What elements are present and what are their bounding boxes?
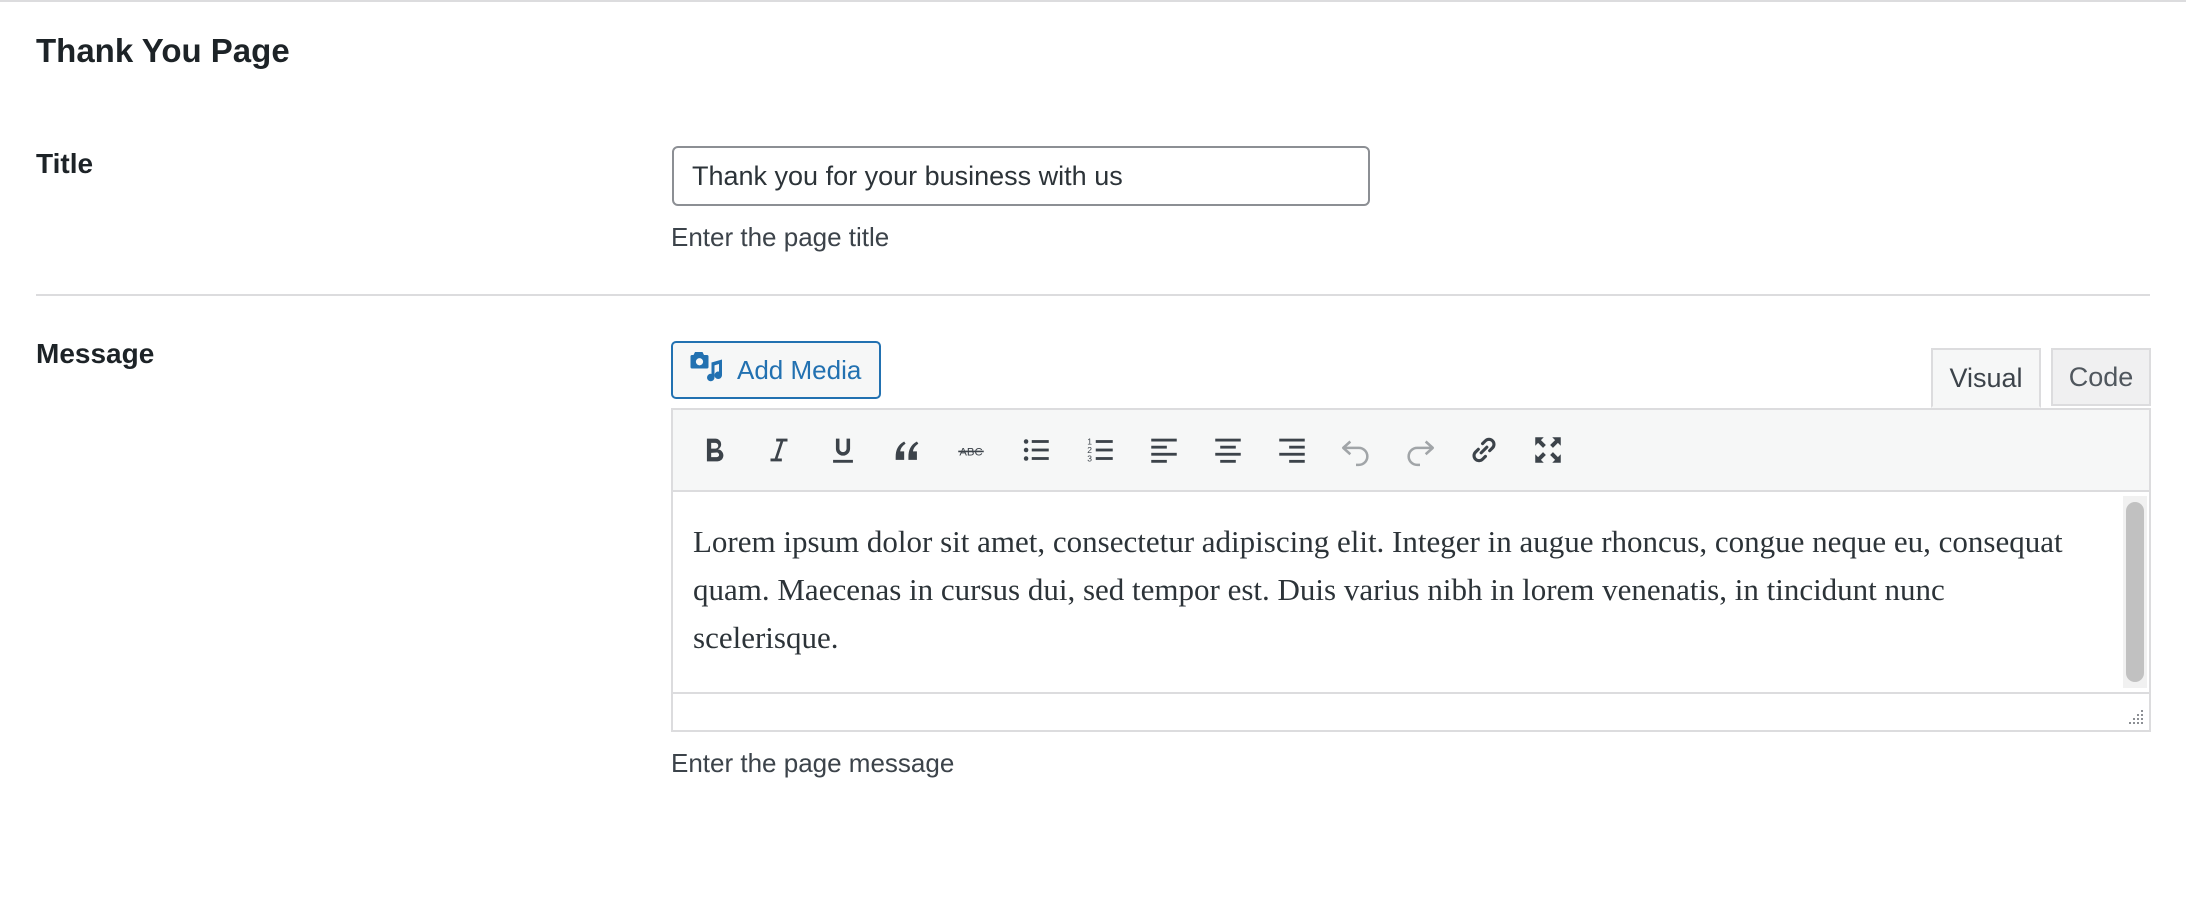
redo-icon [1407,440,1435,467]
numbered-list-icon: 123 [1087,436,1113,463]
title-description: Enter the page title [671,222,890,252]
fullscreen-button[interactable] [1525,427,1571,473]
svg-text:3: 3 [1087,453,1092,463]
tab-visual[interactable]: Visual [1931,348,2041,408]
align-left-button[interactable] [1141,427,1187,473]
align-center-icon [1215,438,1241,463]
italic-button[interactable] [756,427,802,473]
svg-text:ABC: ABC [959,447,982,459]
title-label: Title [36,148,94,179]
resize-handle-icon[interactable] [2125,706,2145,726]
align-right-button[interactable] [1269,427,1315,473]
bulleted-list-button[interactable] [1013,427,1059,473]
strikethrough-icon: ABC [958,447,984,459]
add-media-icon [689,349,725,392]
editor-scrollbar-thumb[interactable] [2126,502,2144,682]
redo-button[interactable] [1397,427,1443,473]
blockquote-icon [895,441,919,460]
add-media-label: Add Media [737,354,862,385]
tab-code[interactable]: Code [2051,348,2151,406]
title-input[interactable] [672,146,1370,206]
message-label: Message [36,338,155,369]
align-right-icon [1279,438,1305,463]
section-divider [36,294,2150,296]
page-title: Thank You Page [36,32,290,69]
italic-icon [770,438,788,462]
top-divider [0,0,2186,2]
editor-statusbar [673,692,2149,730]
undo-icon [1341,440,1369,467]
blockquote-button[interactable] [884,427,930,473]
editor-toolbar: ABC 123 [673,410,2149,492]
numbered-list-button[interactable]: 123 [1077,427,1123,473]
bold-button[interactable] [691,427,737,473]
link-button[interactable] [1461,427,1507,473]
editor-content[interactable]: Lorem ipsum dolor sit amet, consectetur … [673,492,2149,690]
message-description: Enter the page message [671,748,955,778]
bold-icon [706,438,724,462]
fullscreen-icon [1535,437,1561,463]
add-media-button[interactable]: Add Media [671,341,881,399]
bulleted-list-icon [1023,439,1049,461]
underline-icon [833,438,853,463]
strikethrough-button[interactable]: ABC [948,427,994,473]
align-center-button[interactable] [1205,427,1251,473]
rich-text-editor: ABC 123 Lorem ipsum dolor sit amet, cons… [671,408,2151,732]
undo-button[interactable] [1333,427,1379,473]
link-icon [1472,437,1496,463]
underline-button[interactable] [820,427,866,473]
align-left-icon [1151,438,1177,463]
